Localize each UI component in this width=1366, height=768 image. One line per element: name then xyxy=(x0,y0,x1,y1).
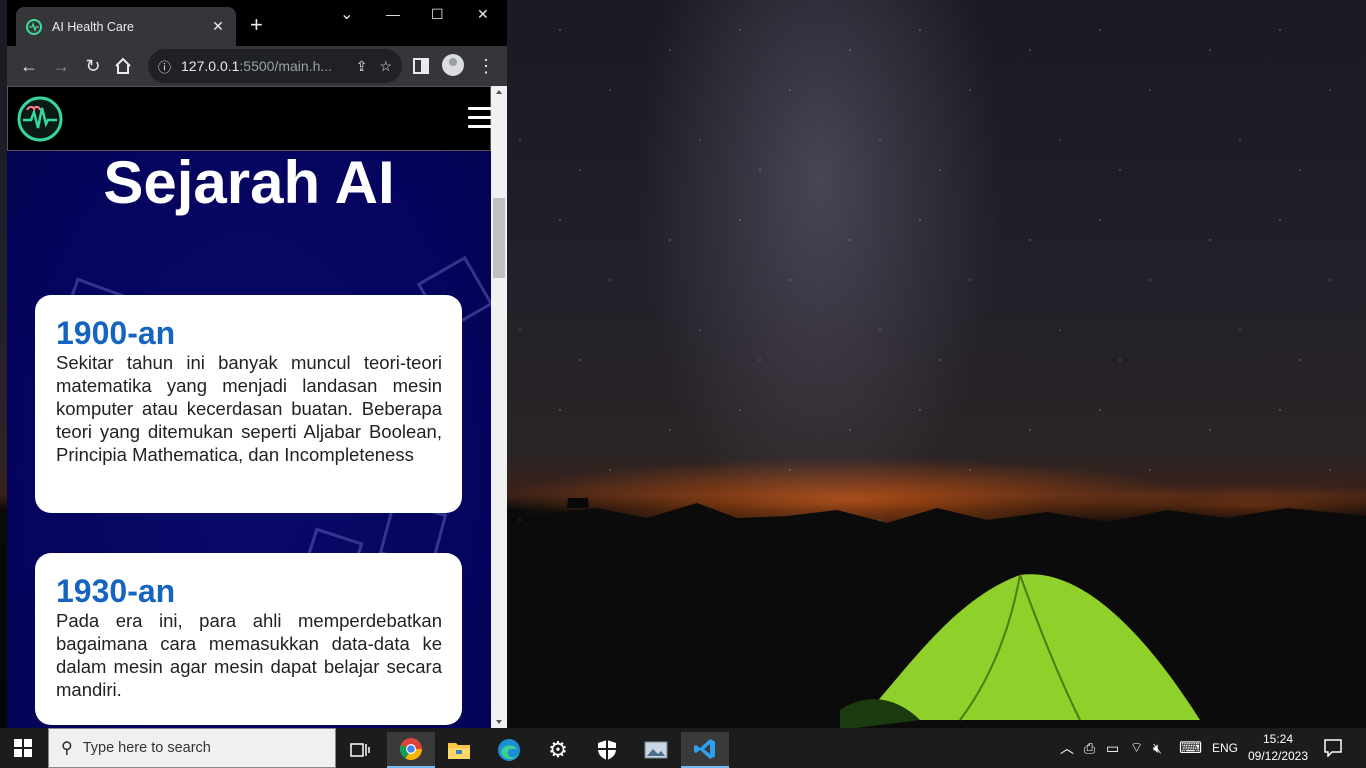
scrollbar-thumb[interactable] xyxy=(493,198,505,278)
scroll-up-arrow-icon[interactable] xyxy=(496,90,502,94)
site-info-icon[interactable]: ⓘ xyxy=(158,57,171,76)
bookmark-star-icon[interactable]: ☆ xyxy=(379,58,392,75)
card-title: 1900-an xyxy=(56,315,176,351)
back-icon[interactable]: ← xyxy=(17,54,41,78)
volume-muted-icon[interactable]: 🔇︎ xyxy=(1153,728,1162,768)
tab-close-icon[interactable]: ✕ xyxy=(210,18,226,35)
maximize-button[interactable]: ☐ xyxy=(431,6,444,23)
reload-icon[interactable]: ↻ xyxy=(81,54,105,78)
home-icon[interactable] xyxy=(113,56,133,76)
vscode-icon[interactable] xyxy=(681,732,729,768)
start-button[interactable] xyxy=(14,739,32,757)
edge-icon[interactable] xyxy=(485,732,533,768)
browser-titlebar: AI Health Care ✕ + ⌄ — ☐ ✕ xyxy=(7,0,507,46)
scroll-down-arrow-icon[interactable] xyxy=(496,720,502,724)
history-card: 1930-an Pada era ini, para ahli memperde… xyxy=(35,553,462,725)
new-tab-button[interactable]: + xyxy=(250,14,263,36)
system-clock[interactable]: 15:24 09/12/2023 xyxy=(1244,731,1312,765)
hamburger-menu-icon[interactable] xyxy=(468,107,491,129)
notification-center-icon[interactable] xyxy=(1324,728,1342,768)
search-icon: ⚲ xyxy=(61,740,73,757)
taskbar-search-box[interactable]: ⚲ Type here to search xyxy=(48,728,336,768)
ai-health-logo-icon[interactable] xyxy=(17,96,63,142)
security-icon[interactable] xyxy=(583,732,631,768)
page-viewport: Sejarah AI 1900-an Sekitar tahun ini ban… xyxy=(7,86,491,728)
minimize-button[interactable]: — xyxy=(386,6,400,22)
menu-kebab-icon[interactable]: ⋮ xyxy=(474,54,498,78)
page-scrollbar[interactable] xyxy=(491,86,507,728)
task-view-icon[interactable] xyxy=(336,732,384,768)
url-text: 127.0.0.1:5500/main.h... xyxy=(181,58,344,74)
page-title: Sejarah AI xyxy=(103,149,395,216)
profile-avatar[interactable] xyxy=(442,54,464,76)
card-title: 1930-an xyxy=(56,573,176,609)
share-icon[interactable]: ⇪ xyxy=(356,58,368,75)
url-host: 127.0.0.1 xyxy=(181,58,240,74)
forward-icon[interactable]: → xyxy=(49,54,73,78)
history-card: 1900-an Sekitar tahun ini banyak muncul … xyxy=(35,295,462,513)
clock-date: 09/12/2023 xyxy=(1247,749,1309,763)
clock-time: 15:24 xyxy=(1262,732,1294,746)
battery-icon[interactable]: ▭ xyxy=(1106,728,1119,768)
browser-window: AI Health Care ✕ + ⌄ — ☐ ✕ ← → ↻ ⓘ 127.0… xyxy=(7,0,507,728)
file-explorer-icon[interactable] xyxy=(435,732,483,768)
tab-search-icon[interactable]: ⌄ xyxy=(340,4,353,24)
language-indicator[interactable]: ENG xyxy=(1212,728,1238,768)
site-navbar xyxy=(7,86,491,151)
address-bar[interactable]: ⓘ 127.0.0.1:5500/main.h... ⇪ ☆ xyxy=(148,49,402,83)
chrome-icon[interactable] xyxy=(387,732,435,768)
photos-icon[interactable] xyxy=(632,732,680,768)
tab-title: AI Health Care xyxy=(52,19,134,34)
card-text: Sekitar tahun ini banyak muncul teori-te… xyxy=(56,352,442,465)
browser-tab[interactable]: AI Health Care ✕ xyxy=(16,7,236,46)
keyboard-icon[interactable]: ⌨ xyxy=(1179,728,1202,768)
network-icon[interactable]: ⌔ xyxy=(1130,728,1143,768)
side-panel-icon[interactable] xyxy=(411,56,431,76)
card-text: Pada era ini, para ahli memperdebatkan b… xyxy=(56,610,442,700)
ai-health-favicon-icon xyxy=(26,18,42,35)
search-placeholder: Type here to search xyxy=(82,740,211,756)
meet-now-icon[interactable]: ⎙ xyxy=(1084,728,1095,768)
url-path: :5500/main.h... xyxy=(239,58,333,74)
browser-toolbar: ← → ↻ ⓘ 127.0.0.1:5500/main.h... ⇪ ☆ ⋮ xyxy=(7,46,507,86)
windows-taskbar: ⚲ Type here to search ⚙ ︿ ⎙ ▭ ⌔ 🔇︎ ⌨ ENG… xyxy=(0,728,1366,768)
tent-image xyxy=(840,574,1200,728)
settings-icon[interactable]: ⚙ xyxy=(534,732,582,768)
show-hidden-icons-icon[interactable]: ︿ xyxy=(1060,728,1074,768)
close-window-button[interactable]: ✕ xyxy=(477,6,489,23)
